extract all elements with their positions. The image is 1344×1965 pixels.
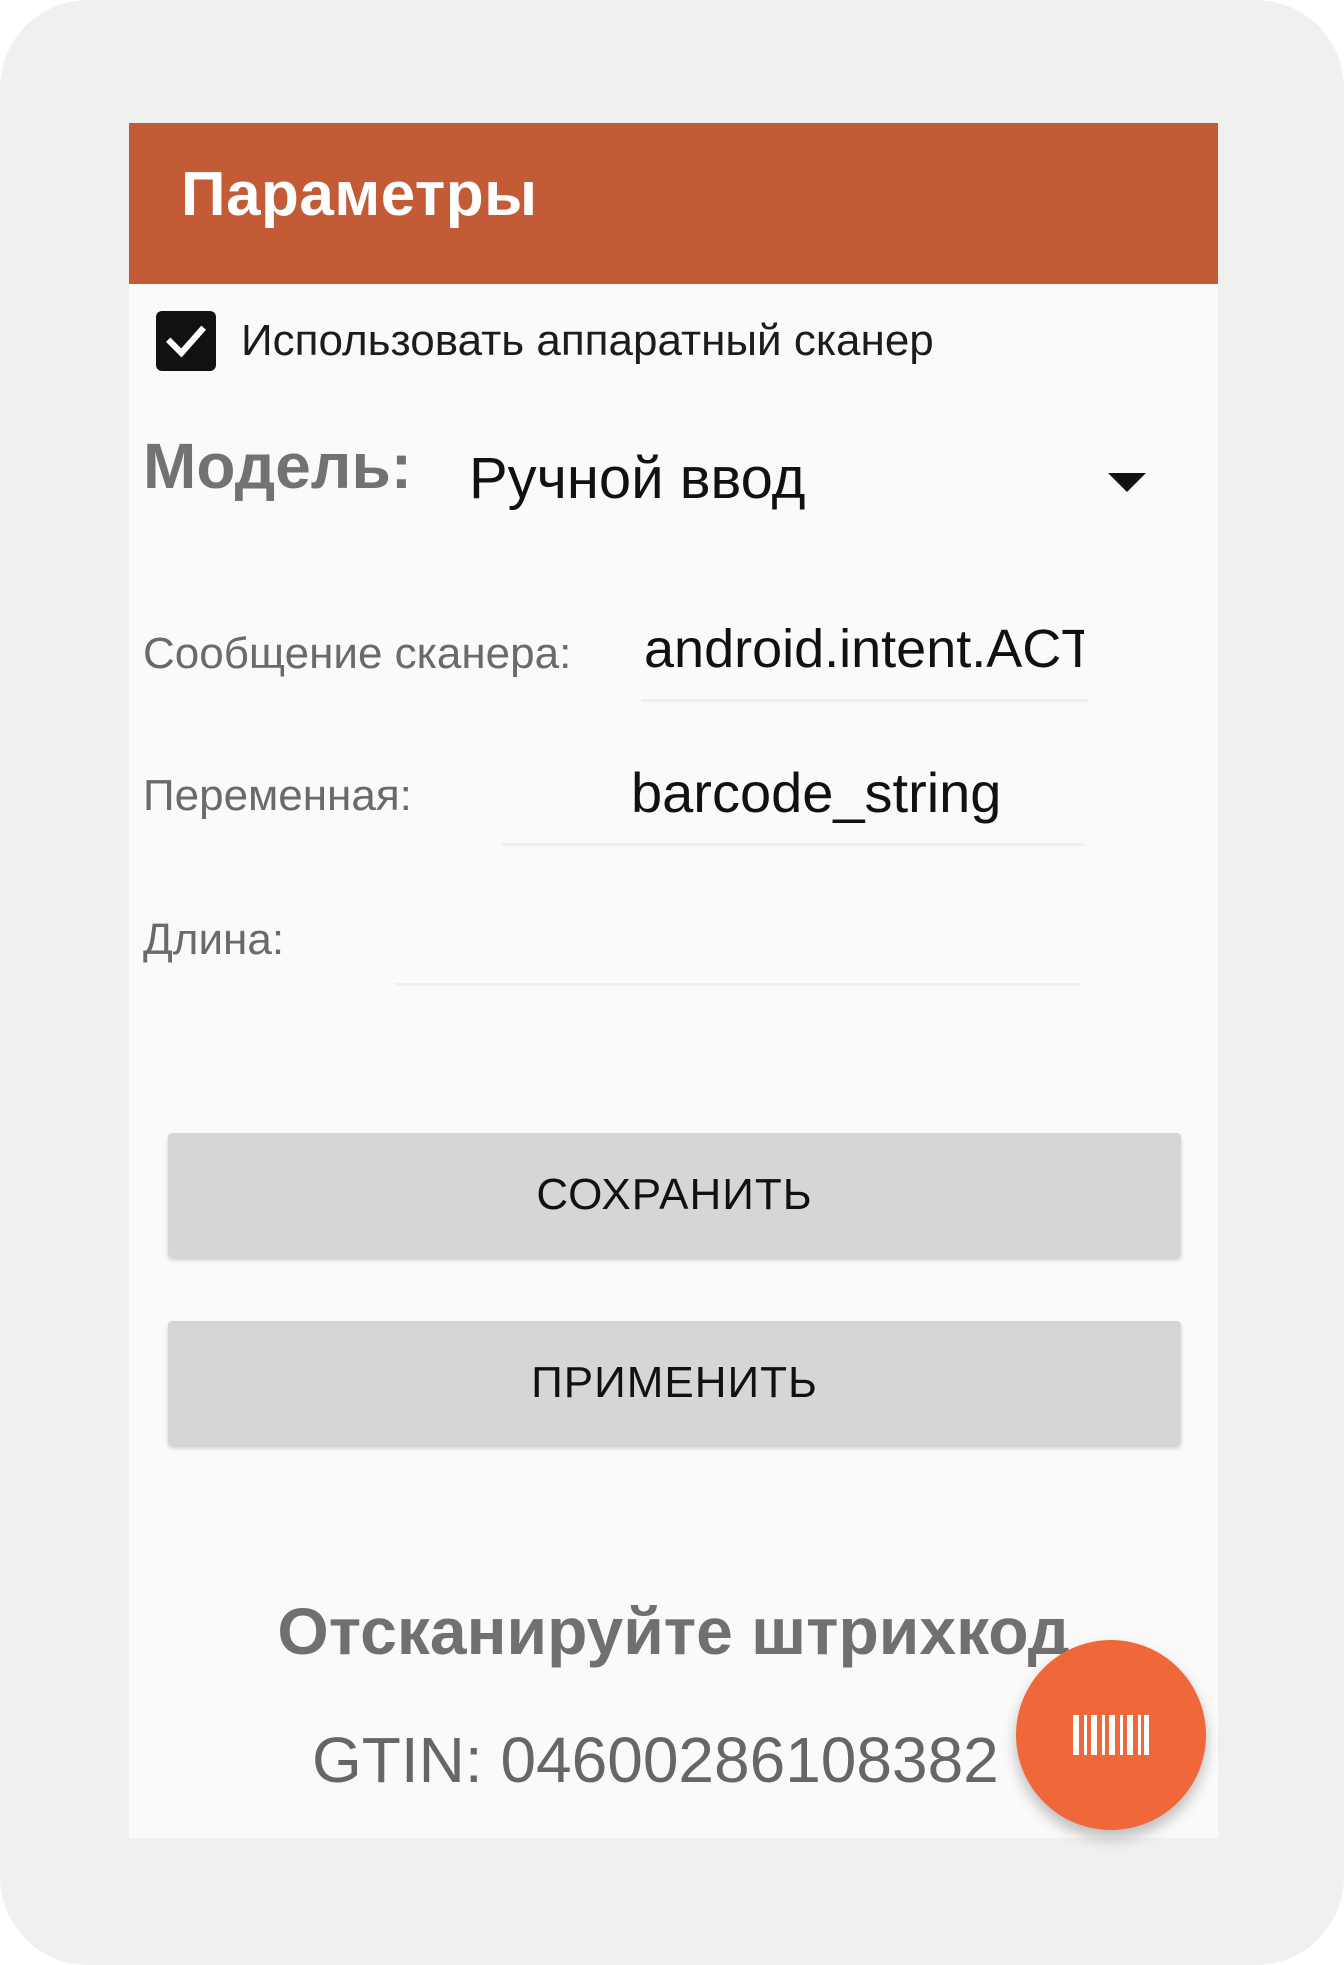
device-frame: Параметры Использовать аппаратный сканер… [0, 0, 1344, 1965]
length-input[interactable] [395, 905, 1080, 975]
page-title: Параметры [181, 160, 538, 229]
length-label: Длина: [143, 915, 285, 964]
model-dropdown[interactable]: Ручной ввод [469, 425, 1189, 525]
checkmark-icon [166, 325, 206, 358]
model-label: Модель: [143, 430, 413, 502]
hardware-scanner-checkbox[interactable] [156, 311, 216, 371]
scanner-message-underline [641, 699, 1088, 702]
length-underline [395, 983, 1080, 986]
save-button[interactable]: СОХРАНИТЬ [168, 1133, 1181, 1257]
gtin-value: GTIN: 04600286108382 [312, 1724, 999, 1796]
scanner-message-input[interactable]: android.intent.ACTIO [644, 618, 1084, 680]
app-bar: Параметры [129, 123, 1218, 284]
dropdown-arrow-icon [1108, 473, 1146, 492]
variable-input[interactable]: barcode_string [631, 760, 1081, 825]
scanner-message-label: Сообщение сканера: [143, 629, 572, 678]
settings-screen: Параметры Использовать аппаратный сканер… [129, 123, 1218, 1838]
hardware-scanner-row[interactable]: Использовать аппаратный сканер [156, 309, 934, 373]
barcode-icon [1073, 1715, 1149, 1755]
variable-label: Переменная: [143, 771, 412, 820]
scan-barcode-button[interactable] [1016, 1640, 1206, 1830]
model-selected-value: Ручной ввод [469, 446, 806, 511]
hardware-scanner-label: Использовать аппаратный сканер [241, 316, 934, 365]
variable-underline [501, 843, 1084, 846]
apply-button[interactable]: ПРИМЕНИТЬ [168, 1321, 1181, 1445]
